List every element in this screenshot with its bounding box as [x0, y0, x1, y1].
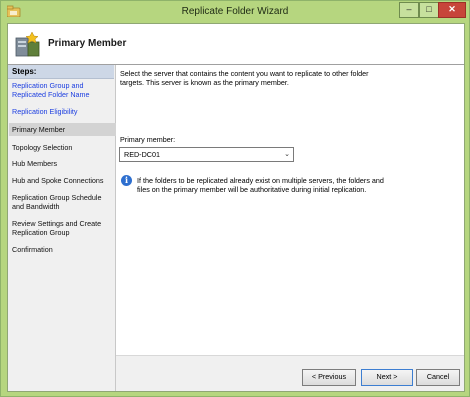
step-hub-spoke-connections: Hub and Spoke Connections — [12, 176, 104, 185]
steps-panel: Steps: Replication Group and Replicated … — [8, 65, 116, 391]
wizard-client-area: Primary Member Steps: Replication Group … — [7, 23, 465, 392]
step-replication-eligibility[interactable]: Replication Eligibility — [12, 107, 112, 116]
info-message: If the folders to be replicated already … — [137, 176, 384, 194]
previous-button[interactable]: < Previous — [302, 369, 356, 386]
main-content: Select the server that contains the cont… — [116, 65, 464, 355]
primary-member-select[interactable]: RED-DC01 ⌄ — [119, 147, 294, 162]
maximize-icon: □ — [426, 4, 432, 14]
step-replication-group-name[interactable]: Replication Group and Replicated Folder … — [12, 81, 112, 99]
primary-member-label: Primary member: — [120, 135, 176, 144]
step-hub-members: Hub Members — [12, 159, 58, 168]
step-primary-member: Primary Member — [9, 123, 116, 136]
step-review-settings: Review Settings and Create Replication G… — [12, 219, 102, 237]
primary-member-value: RED-DC01 — [124, 150, 160, 159]
step-confirmation: Confirmation — [12, 245, 53, 254]
info-icon: i — [121, 175, 132, 186]
wizard-footer: < Previous Next > Cancel — [116, 355, 464, 391]
page-title: Primary Member — [48, 38, 127, 49]
cancel-button[interactable]: Cancel — [416, 369, 460, 386]
wizard-window: Replicate Folder Wizard – □ ✕ Primary Me… — [0, 0, 470, 397]
page-header: Primary Member — [8, 24, 464, 65]
steps-heading: Steps: — [8, 65, 114, 79]
maximize-button[interactable]: □ — [419, 2, 439, 18]
minimize-icon: – — [406, 4, 412, 14]
next-button[interactable]: Next > — [361, 369, 413, 386]
replication-wizard-icon — [15, 31, 40, 57]
close-icon: ✕ — [448, 4, 456, 14]
page-description: Select the server that contains the cont… — [120, 69, 369, 87]
close-button[interactable]: ✕ — [438, 2, 466, 18]
step-schedule-bandwidth: Replication Group Schedule and Bandwidth — [12, 193, 102, 211]
chevron-down-icon[interactable]: ⌄ — [284, 150, 290, 158]
minimize-button[interactable]: – — [399, 2, 419, 18]
step-topology-selection: Topology Selection — [12, 143, 73, 152]
title-bar[interactable]: Replicate Folder Wizard – □ ✕ — [1, 1, 469, 23]
